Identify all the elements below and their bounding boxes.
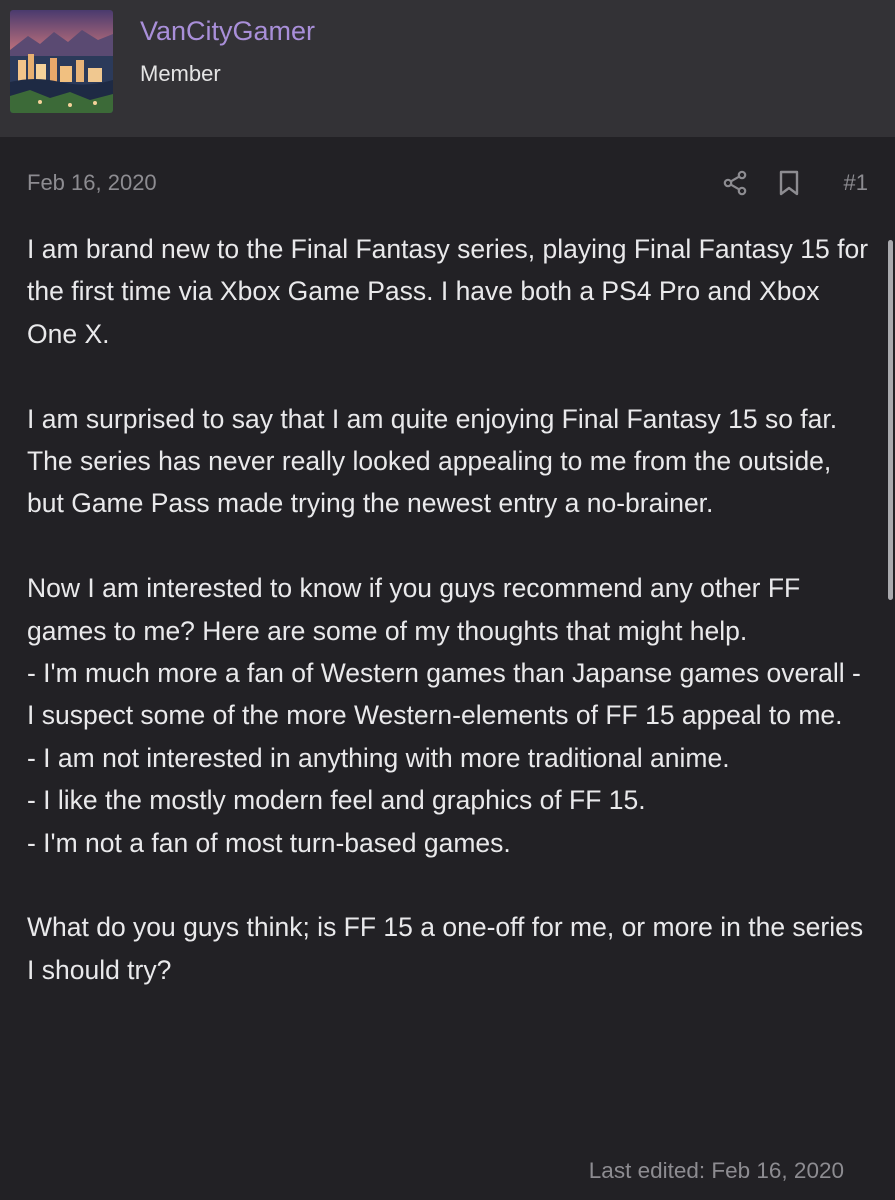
- post-list-item: - I like the mostly modern feel and grap…: [27, 785, 646, 816]
- share-icon[interactable]: [722, 170, 748, 196]
- post-list-item: - I'm much more a fan of Western games t…: [27, 658, 861, 731]
- post-number-link[interactable]: #1: [844, 168, 868, 198]
- post-paragraph: I am surprised to say that I am quite en…: [27, 403, 838, 519]
- post-meta: Feb 16, 2020 #1: [27, 168, 872, 198]
- user-title: Member: [140, 61, 221, 86]
- post-paragraph: What do you guys think; is FF 15 a one-o…: [27, 912, 864, 985]
- post-date[interactable]: Feb 16, 2020: [27, 168, 157, 198]
- post-list-item: - I'm not a fan of most turn-based games…: [27, 827, 511, 858]
- user-header: VanCityGamer Member: [0, 0, 895, 137]
- scrollbar[interactable]: [888, 240, 893, 600]
- post-paragraph: Now I am interested to know if you guys …: [27, 573, 801, 646]
- username[interactable]: VanCityGamer: [140, 14, 315, 48]
- last-edited-label: Last edited: Feb 16, 2020: [588, 1158, 844, 1183]
- city-skyline-avatar-icon: [10, 10, 113, 113]
- forum-post-page: VanCityGamer Member Feb 16, 2020 #1 I am…: [0, 0, 895, 1200]
- avatar[interactable]: [10, 10, 113, 113]
- post-body: I am brand new to the Final Fantasy seri…: [27, 228, 872, 991]
- post-paragraph: I am brand new to the Final Fantasy seri…: [27, 234, 869, 349]
- bookmark-icon[interactable]: [777, 170, 801, 196]
- post-list-item: - I am not interested in anything with m…: [27, 742, 730, 773]
